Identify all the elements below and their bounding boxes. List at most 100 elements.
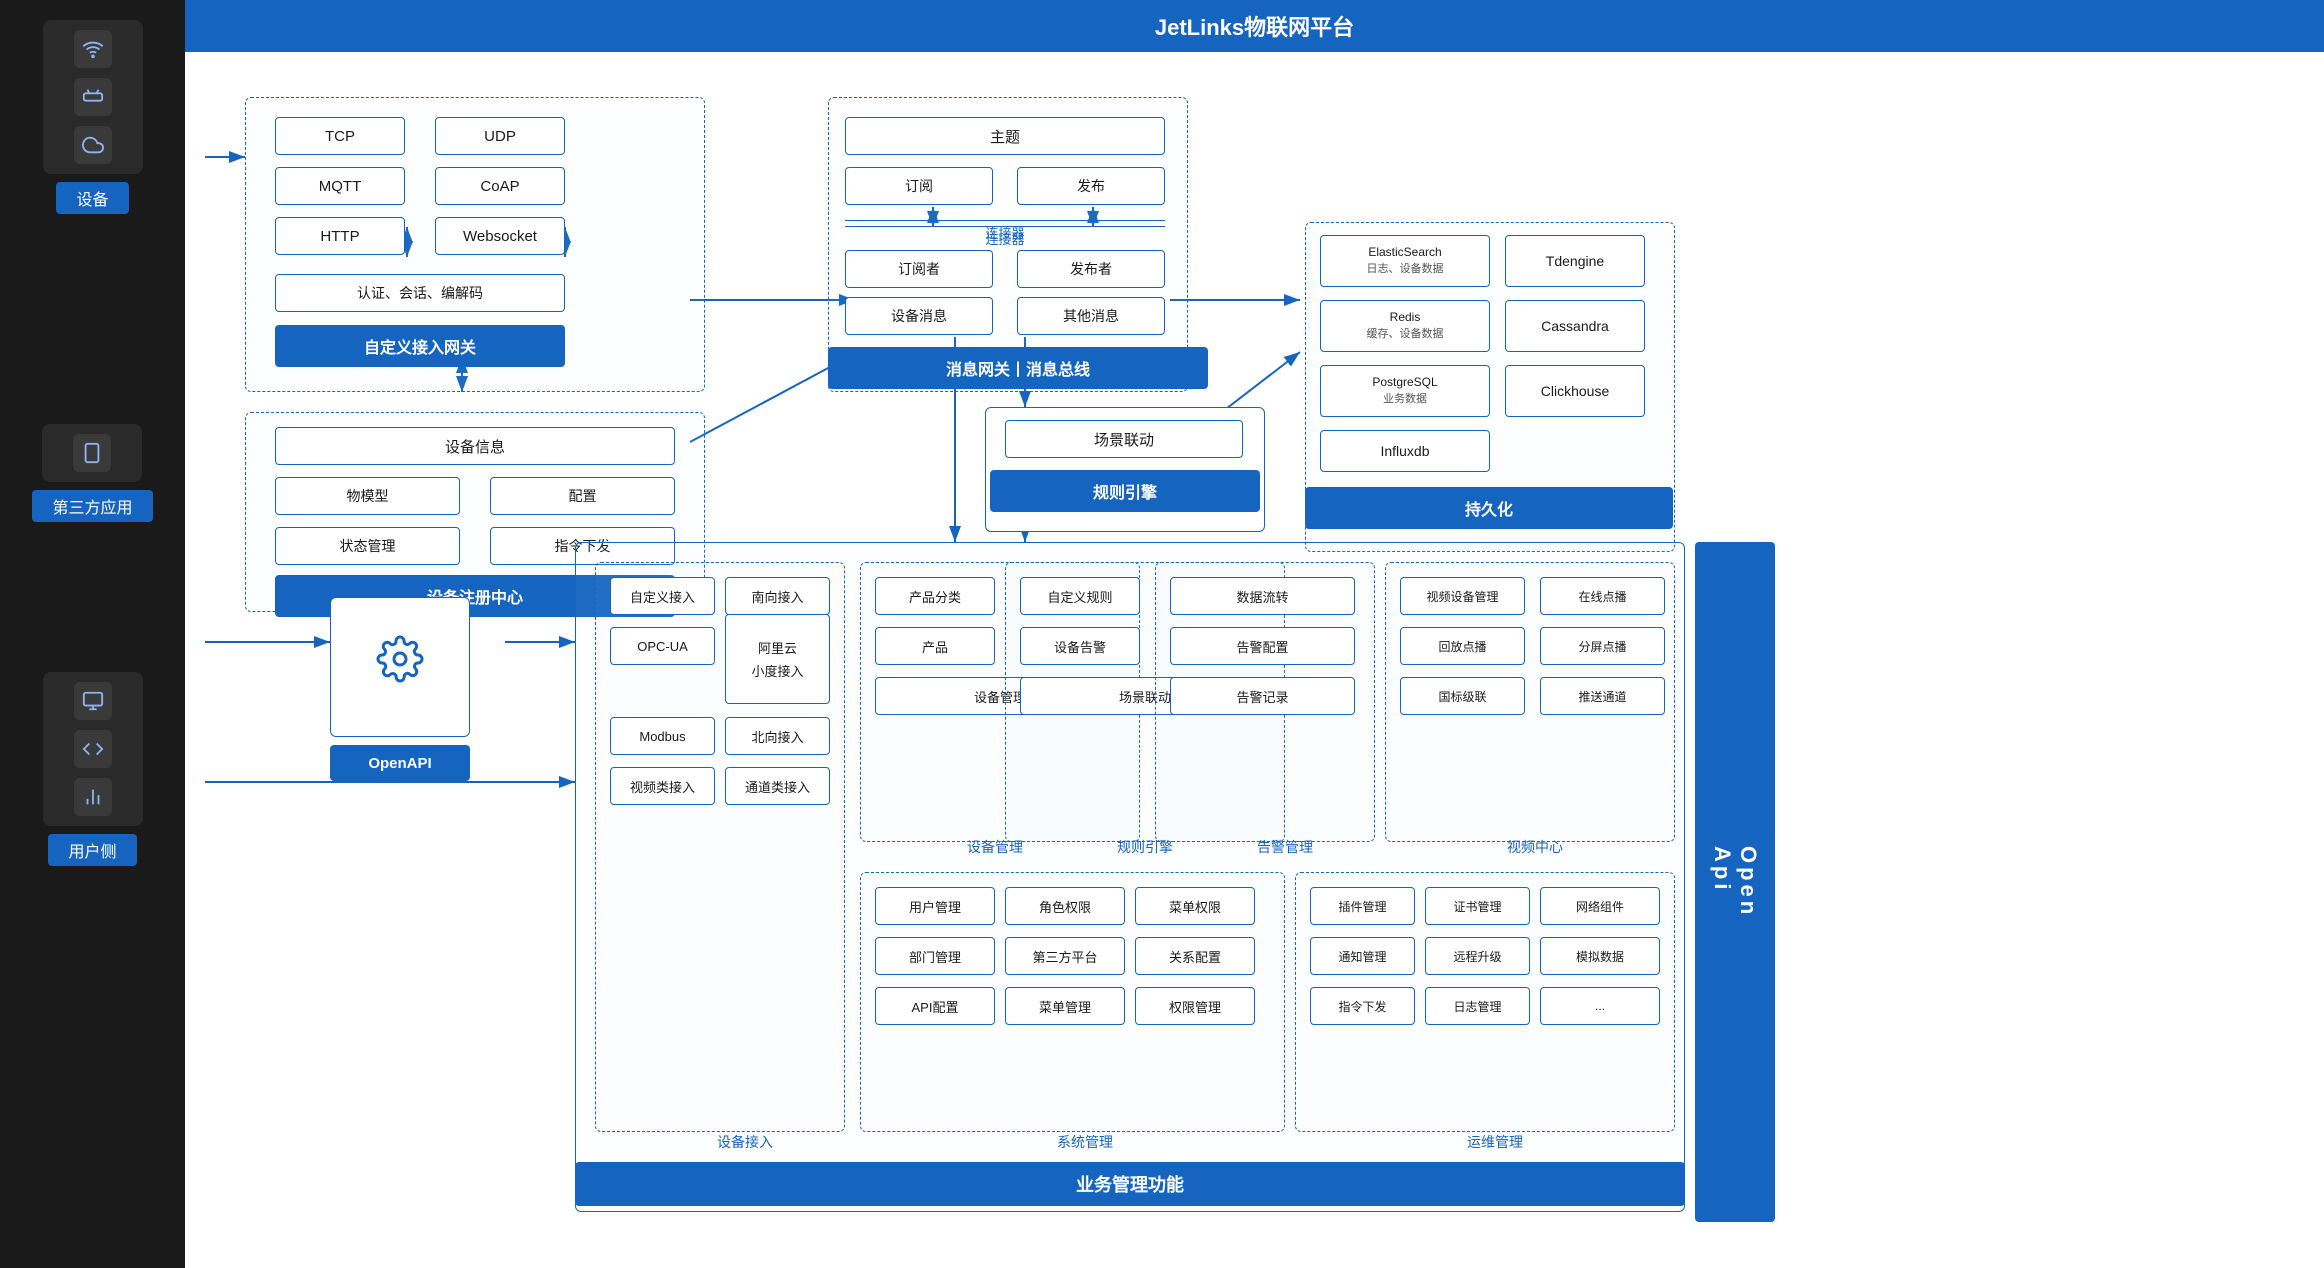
log-mgmt-box: 日志管理 bbox=[1425, 987, 1530, 1025]
persist-label: 持久化 bbox=[1305, 487, 1673, 529]
open-api-bar-label: OpenApi bbox=[1709, 846, 1761, 918]
tdengine-box: Tdengine bbox=[1505, 235, 1645, 287]
third-platform-box: 第三方平台 bbox=[1005, 937, 1125, 975]
user-mgmt-box: 用户管理 bbox=[875, 887, 995, 925]
code-icon bbox=[74, 730, 112, 768]
dept-mgmt-box: 部门管理 bbox=[875, 937, 995, 975]
device-icons bbox=[43, 20, 143, 174]
video-center-title: 视频中心 bbox=[1425, 837, 1645, 857]
sidebar-thirdparty-section: 第三方应用 bbox=[32, 424, 152, 522]
relation-config-box: 关系配置 bbox=[1135, 937, 1255, 975]
clickhouse-box: Clickhouse bbox=[1505, 365, 1645, 417]
cassandra-box: Cassandra bbox=[1505, 300, 1645, 352]
postgresql-box: PostgreSQL业务数据 bbox=[1320, 365, 1490, 417]
publish-box: 发布 bbox=[1017, 167, 1165, 205]
plugin-mgmt-box: 插件管理 bbox=[1310, 887, 1415, 925]
cloud-access-group: 阿里云 小度接入 bbox=[725, 614, 830, 704]
perm-mgmt-box: 权限管理 bbox=[1135, 987, 1255, 1025]
menu-perm-box: 菜单权限 bbox=[1135, 887, 1255, 925]
openapi-container bbox=[330, 597, 470, 737]
modbus-box: Modbus bbox=[610, 717, 715, 755]
websocket-box: Websocket bbox=[435, 217, 565, 255]
push-channel-box: 推送通道 bbox=[1540, 677, 1665, 715]
xiaodu-label: 小度接入 bbox=[751, 661, 803, 680]
coap-box: CoAP bbox=[435, 167, 565, 205]
sidebar-userside-section: 用户侧 bbox=[43, 672, 143, 866]
platform-title: JetLinks物联网平台 bbox=[1155, 15, 1354, 40]
menu-mgmt-box: 菜单管理 bbox=[1005, 987, 1125, 1025]
diagram-area: TCP UDP MQTT CoAP HTTP Websocket 认证、会话、编… bbox=[185, 52, 2324, 1268]
role-perm-box: 角色权限 bbox=[1005, 887, 1125, 925]
gateway-label: 自定义接入网关 bbox=[275, 325, 565, 367]
thirdparty-label: 第三方应用 bbox=[32, 490, 152, 522]
alarm-mgmt-title: 告警管理 bbox=[1195, 837, 1375, 857]
http-box: HTTP bbox=[275, 217, 405, 255]
status-mgmt-box: 状态管理 bbox=[275, 527, 460, 565]
other-msg-box: 其他消息 bbox=[1017, 297, 1165, 335]
device-alarm-box: 设备告警 bbox=[1020, 627, 1140, 665]
device-access-title: 设备接入 bbox=[645, 1132, 845, 1152]
product-category-box: 产品分类 bbox=[875, 577, 995, 615]
custom-access-box: 自定义接入 bbox=[610, 577, 715, 615]
cloud-icon bbox=[74, 126, 112, 164]
opcua-box: OPC-UA bbox=[610, 627, 715, 665]
elasticsearch-box: ElasticSearch日志、设备数据 bbox=[1320, 235, 1490, 287]
video-device-mgmt-box: 视频设备管理 bbox=[1400, 577, 1525, 615]
config-box: 配置 bbox=[490, 477, 675, 515]
openapi-label: OpenAPI bbox=[330, 745, 470, 781]
scene-box: 场景联动 bbox=[1005, 420, 1243, 458]
message-gateway-label: 消息网关丨消息总线 bbox=[828, 347, 1208, 389]
chart-icon bbox=[74, 778, 112, 816]
thirdparty-icons bbox=[42, 424, 142, 482]
south-access-box: 南向接入 bbox=[725, 577, 830, 615]
system-mgmt-title: 系统管理 bbox=[985, 1132, 1185, 1152]
data-flow-box: 数据流转 bbox=[1170, 577, 1355, 615]
wifi-icon bbox=[74, 30, 112, 68]
alarm-record-box: 告警记录 bbox=[1170, 677, 1355, 715]
title-bar: JetLinks物联网平台 bbox=[185, 0, 2324, 52]
product-box: 产品 bbox=[875, 627, 995, 665]
main-content: JetLinks物联网平台 bbox=[185, 0, 2324, 1268]
national-std-box: 国标级联 bbox=[1400, 677, 1525, 715]
device-msg-box: 设备消息 bbox=[845, 297, 993, 335]
subscriber-box: 订阅者 bbox=[845, 250, 993, 288]
openapi-icon bbox=[376, 635, 424, 692]
business-label: 业务管理功能 bbox=[575, 1162, 1685, 1206]
notify-mgmt-box: 通知管理 bbox=[1310, 937, 1415, 975]
network-comp-box: 网络组件 bbox=[1540, 887, 1660, 925]
open-api-bar: OpenApi bbox=[1695, 542, 1775, 1222]
etc-box: ... bbox=[1540, 987, 1660, 1025]
userside-label: 用户侧 bbox=[48, 834, 136, 866]
online-vod-box: 在线点播 bbox=[1540, 577, 1665, 615]
router-icon bbox=[74, 78, 112, 116]
connector-divider-label: 连接器 bbox=[845, 220, 1165, 242]
playback-vod-box: 回放点播 bbox=[1400, 627, 1525, 665]
sidebar: 设备 第三方应用 bbox=[0, 0, 185, 1268]
channel-access-box: 通道类接入 bbox=[725, 767, 830, 805]
subscribe-box: 订阅 bbox=[845, 167, 993, 205]
auth-box: 认证、会话、编解码 bbox=[275, 274, 565, 312]
udp-box: UDP bbox=[435, 117, 565, 155]
sim-data-box: 模拟数据 bbox=[1540, 937, 1660, 975]
mqtt-box: MQTT bbox=[275, 167, 405, 205]
north-access-box: 北向接入 bbox=[725, 717, 830, 755]
custom-rule-box: 自定义规则 bbox=[1020, 577, 1140, 615]
remote-upgrade-box: 远程升级 bbox=[1425, 937, 1530, 975]
topic-box: 主题 bbox=[845, 117, 1165, 155]
device-label: 设备 bbox=[56, 182, 128, 214]
ops-mgmt-title: 运维管理 bbox=[1395, 1132, 1595, 1152]
redis-box: Redis缓存、设备数据 bbox=[1320, 300, 1490, 352]
rule-engine-label: 规则引擎 bbox=[990, 470, 1260, 512]
cert-mgmt-box: 证书管理 bbox=[1425, 887, 1530, 925]
publisher-box: 发布者 bbox=[1017, 250, 1165, 288]
influxdb-box: Influxdb bbox=[1320, 430, 1490, 472]
mobile-icon bbox=[73, 434, 111, 472]
alarm-config-box: 告警配置 bbox=[1170, 627, 1355, 665]
video-access-box: 视频类接入 bbox=[610, 767, 715, 805]
sidebar-device-section: 设备 bbox=[43, 20, 143, 214]
api-config-box: API配置 bbox=[875, 987, 995, 1025]
tcp-box: TCP bbox=[275, 117, 405, 155]
wumoxing-box: 物模型 bbox=[275, 477, 460, 515]
aliyun-label: 阿里云 bbox=[758, 638, 797, 657]
device-info-title: 设备信息 bbox=[275, 427, 675, 465]
